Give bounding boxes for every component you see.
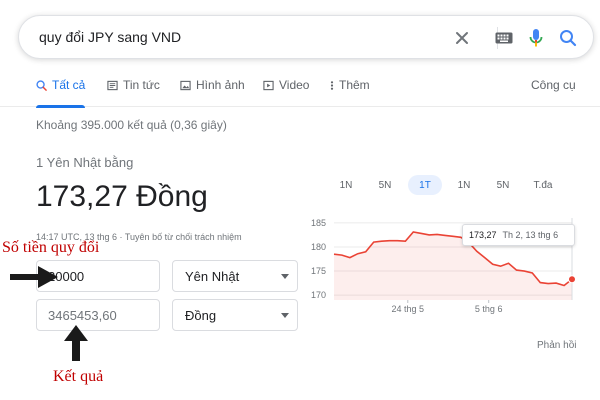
y-tick-label: 175 xyxy=(311,266,326,276)
image-icon xyxy=(180,80,191,91)
tooltip-value: 173,27 xyxy=(469,230,497,240)
tab-label: Video xyxy=(279,78,310,92)
range-1y[interactable]: 1N xyxy=(446,175,482,195)
result-input-value: 3465453,60 xyxy=(48,307,117,323)
tab-images[interactable]: Hình ảnh xyxy=(180,78,245,107)
currency-from-label: 1 Yên Nhật bằng xyxy=(36,155,134,170)
keyboard-icon[interactable] xyxy=(492,26,516,50)
tab-video[interactable]: Video xyxy=(263,78,309,107)
x-tick-label: 24 thg 5 xyxy=(392,304,425,314)
range-1d[interactable]: 1N xyxy=(328,175,364,195)
range-5d[interactable]: 5N xyxy=(367,175,403,195)
converted-rate: 173,27 Đồng xyxy=(36,180,208,213)
to-currency-select[interactable]: Đồng xyxy=(172,299,298,331)
tooltip-date: Th 2, 13 thg 6 xyxy=(502,230,559,240)
more-vert-icon xyxy=(330,81,334,90)
from-currency-value: Yên Nhật xyxy=(185,268,240,284)
close-icon[interactable] xyxy=(450,26,474,50)
tab-label: Tin tức xyxy=(123,78,160,92)
tools-button[interactable]: Công cụ xyxy=(531,78,576,92)
search-tabs: Tất cả Tin tức Hình ảnh Video Thêm Công … xyxy=(0,78,600,108)
video-icon xyxy=(263,80,274,91)
arrow-right-icon xyxy=(10,266,58,288)
tab-label: Tất cả xyxy=(52,78,86,92)
data-point-highlight xyxy=(568,275,576,284)
y-tick-label: 170 xyxy=(311,290,326,300)
result-input[interactable]: 3465453,60 xyxy=(36,299,160,331)
chart-tooltip: 173,27 Th 2, 13 thg 6 xyxy=(462,224,575,246)
x-tick-label: 5 thg 6 xyxy=(475,304,503,314)
tab-all[interactable]: Tất cả xyxy=(36,78,86,108)
search-bar[interactable]: quy đổi JPY sang VND xyxy=(18,15,594,59)
search-input[interactable]: quy đổi JPY sang VND xyxy=(39,29,181,45)
range-max[interactable]: T.đa xyxy=(526,175,560,195)
range-1m[interactable]: 1T xyxy=(408,175,442,195)
dropdown-arrow-icon xyxy=(281,274,289,279)
tab-more[interactable]: Thêm xyxy=(330,78,370,107)
feedback-link[interactable]: Phản hồi xyxy=(537,340,576,351)
microphone-icon[interactable] xyxy=(524,26,548,50)
result-stats: Khoảng 395.000 kết quả (0,36 giây) xyxy=(36,118,227,132)
annotation-result-label: Kết quả xyxy=(53,368,104,385)
annotation-amount-label: Số tiền quy đổi xyxy=(2,239,100,256)
tab-news[interactable]: Tin tức xyxy=(107,78,160,107)
from-currency-select[interactable]: Yên Nhật xyxy=(172,260,298,292)
tab-label: Hình ảnh xyxy=(196,78,245,92)
to-currency-value: Đồng xyxy=(185,307,217,323)
y-tick-label: 180 xyxy=(311,242,326,252)
search-icon xyxy=(36,80,47,91)
time-range-selector: 1N 5N 1T 1N 5N T.đa xyxy=(328,175,588,195)
y-tick-label: 185 xyxy=(311,218,326,228)
range-5y[interactable]: 5N xyxy=(485,175,521,195)
tab-label: Thêm xyxy=(339,78,370,92)
news-icon xyxy=(107,80,118,91)
dropdown-arrow-icon xyxy=(281,313,289,318)
search-icon[interactable] xyxy=(556,26,580,50)
arrow-up-icon xyxy=(64,325,88,361)
